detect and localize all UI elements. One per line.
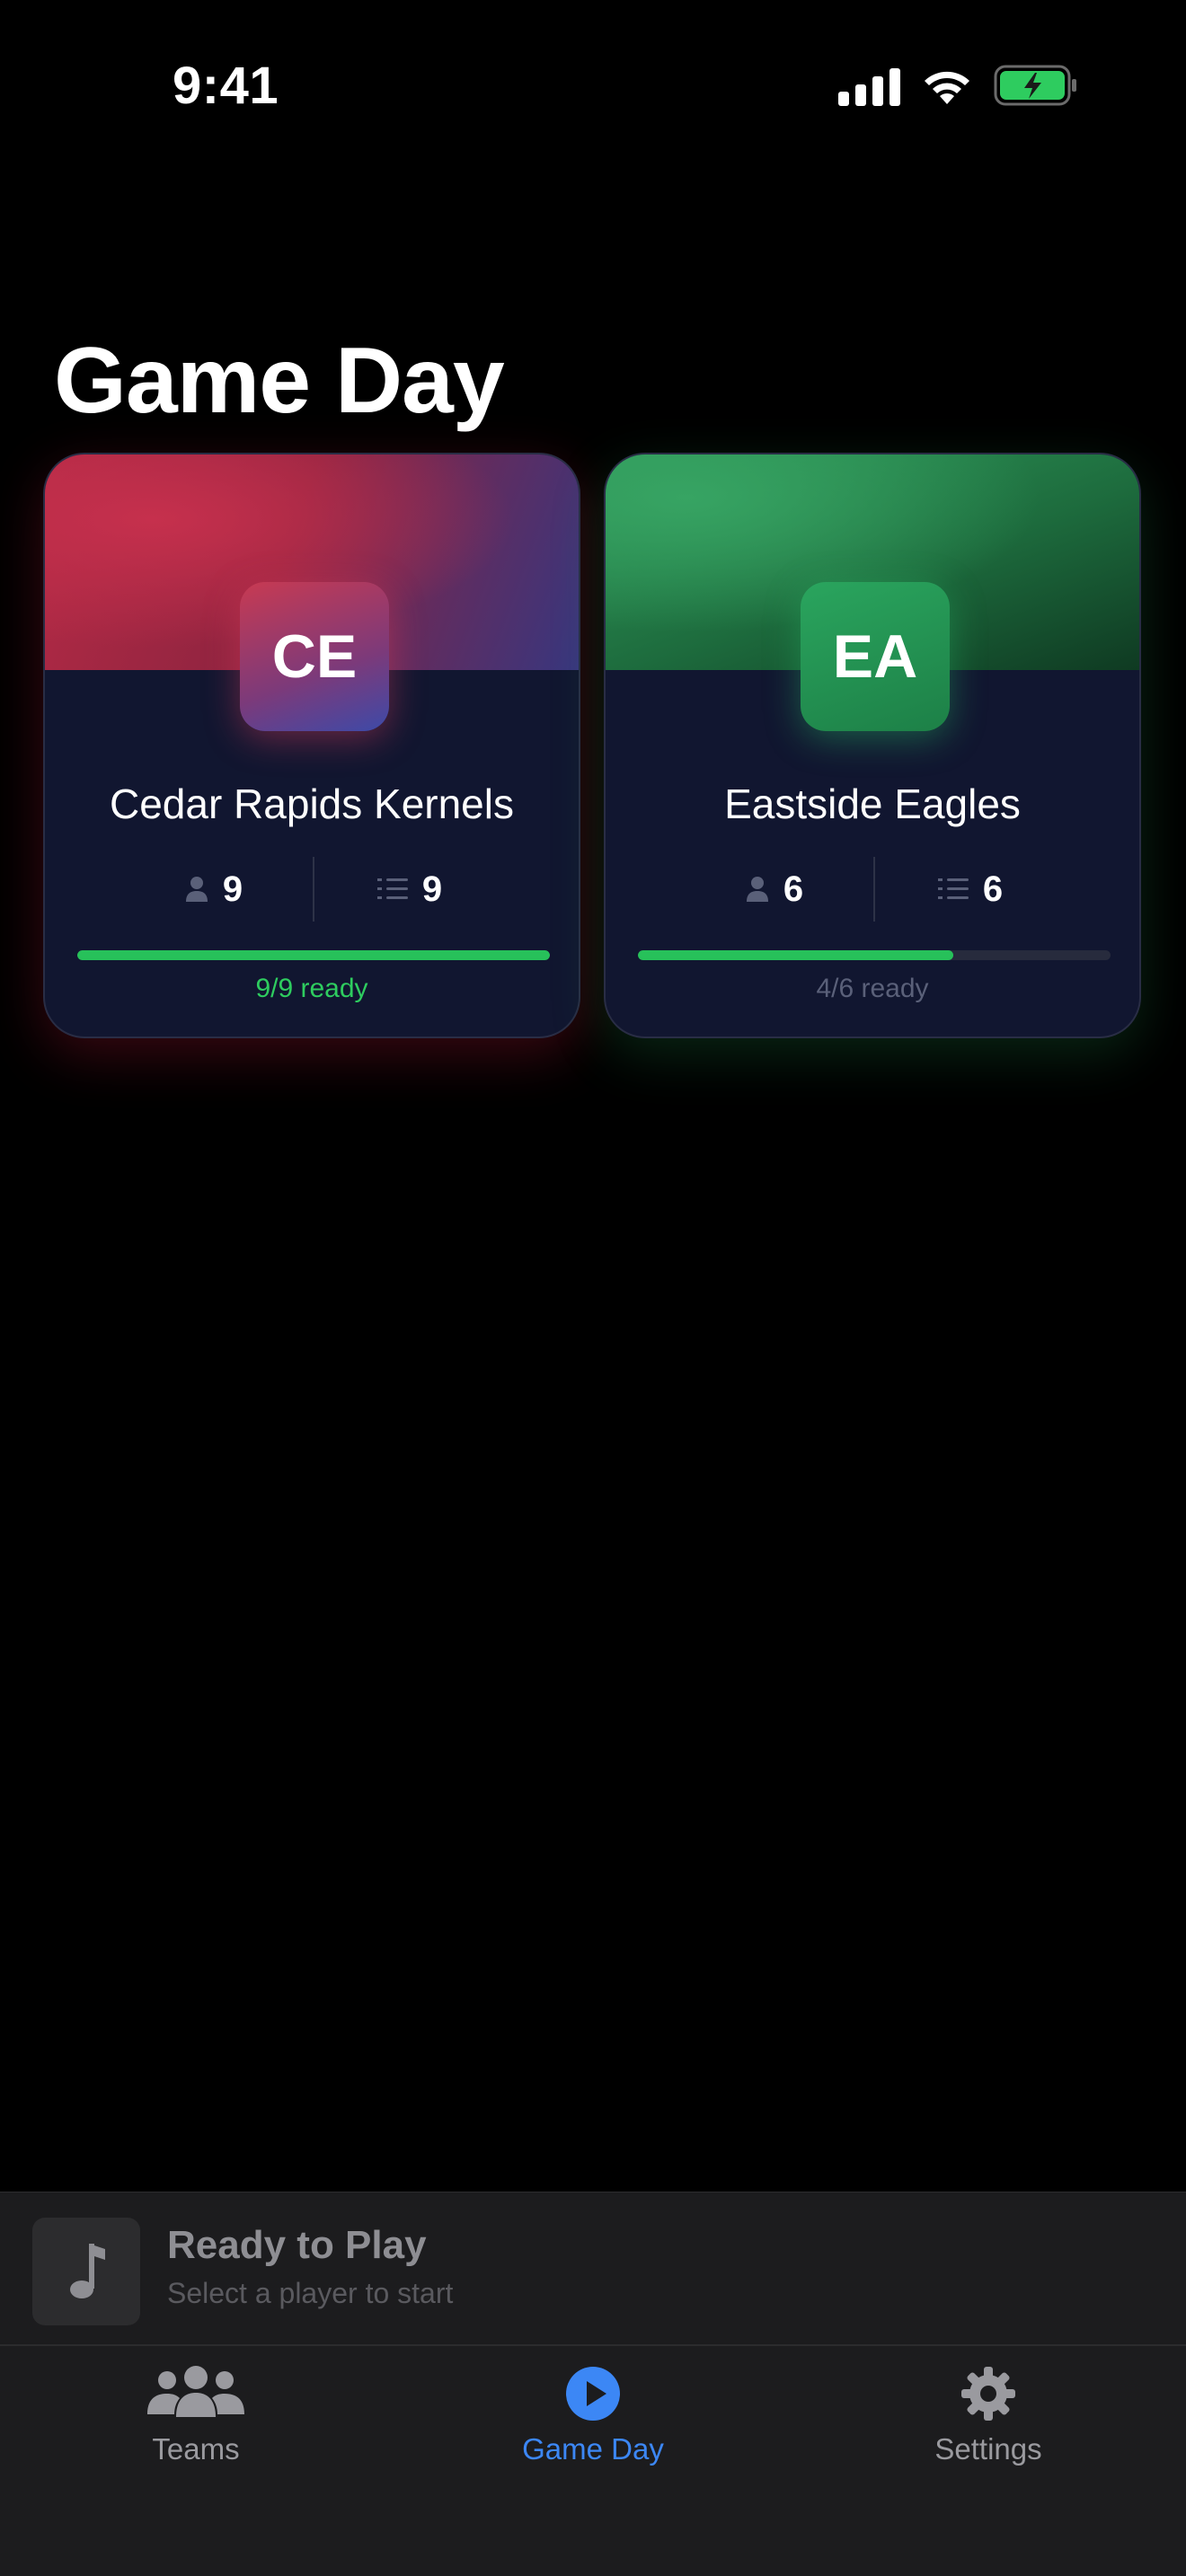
readiness-label: 9/9 ready — [255, 974, 368, 1003]
team-stats: 9 9 — [45, 857, 579, 922]
team-name: Eastside Eagles — [724, 781, 1021, 827]
team-card-eastside-eagles[interactable]: EA Eastside Eagles 6 6 4/6 ready — [604, 453, 1141, 1038]
wifi-icon — [925, 71, 969, 104]
tab-game-day[interactable]: Game Day — [458, 2346, 728, 2481]
team-name: Cedar Rapids Kernels — [109, 781, 514, 827]
tab-bar: Teams Game Day Settings — [0, 2344, 1186, 2576]
status-icons — [838, 63, 1078, 108]
cellular-signal-icon — [838, 65, 900, 106]
tab-label: Game Day — [522, 2432, 664, 2466]
battery-charging-icon — [994, 65, 1076, 106]
people-icon — [147, 2366, 244, 2417]
player-count: 9 — [124, 857, 304, 922]
game-day-screen: 9:41 Game Day CE Cedar Rapids Kernels 9 … — [0, 0, 1186, 2576]
tab-settings[interactable]: Settings — [854, 2346, 1123, 2481]
gear-icon — [961, 2367, 1015, 2421]
lineup-count: 6 — [881, 857, 1060, 922]
now-playing-bar[interactable]: Ready to Play Select a player to start — [0, 2192, 1186, 2344]
team-avatar: CE — [240, 582, 389, 731]
stat-divider — [873, 857, 875, 922]
now-playing-subtitle: Select a player to start — [167, 2277, 454, 2309]
lineup-count: 9 — [320, 857, 500, 922]
status-time: 9:41 — [173, 57, 279, 115]
lineup-count-value: 9 — [421, 869, 443, 909]
page-title: Game Day — [54, 329, 505, 433]
tab-teams[interactable]: Teams — [61, 2346, 331, 2481]
readiness-progress-bar — [77, 950, 550, 960]
play-circle-icon — [566, 2367, 620, 2421]
person-icon — [185, 877, 208, 902]
readiness-progress-fill — [77, 950, 550, 960]
tab-label: Teams — [152, 2432, 240, 2466]
status-bar: 9:41 — [0, 0, 1186, 171]
lineup-count-value: 6 — [982, 869, 1004, 909]
music-note-icon — [70, 2244, 105, 2298]
player-count: 6 — [685, 857, 864, 922]
numbered-list-icon — [937, 878, 969, 899]
stat-divider — [313, 857, 314, 922]
team-avatar: EA — [801, 582, 950, 731]
team-stats: 6 6 — [606, 857, 1139, 922]
now-playing-title: Ready to Play — [167, 2223, 427, 2267]
readiness-label: 4/6 ready — [816, 974, 929, 1003]
player-count-value: 6 — [783, 869, 804, 909]
readiness-progress-fill — [638, 950, 953, 960]
readiness-progress-bar — [638, 950, 1111, 960]
team-card-cedar-rapids-kernels[interactable]: CE Cedar Rapids Kernels 9 9 9/9 ready — [43, 453, 580, 1038]
player-count-value: 9 — [222, 869, 243, 909]
person-icon — [746, 877, 768, 902]
tab-label: Settings — [934, 2432, 1042, 2466]
now-playing-artwork — [32, 2218, 140, 2325]
numbered-list-icon — [376, 878, 408, 899]
